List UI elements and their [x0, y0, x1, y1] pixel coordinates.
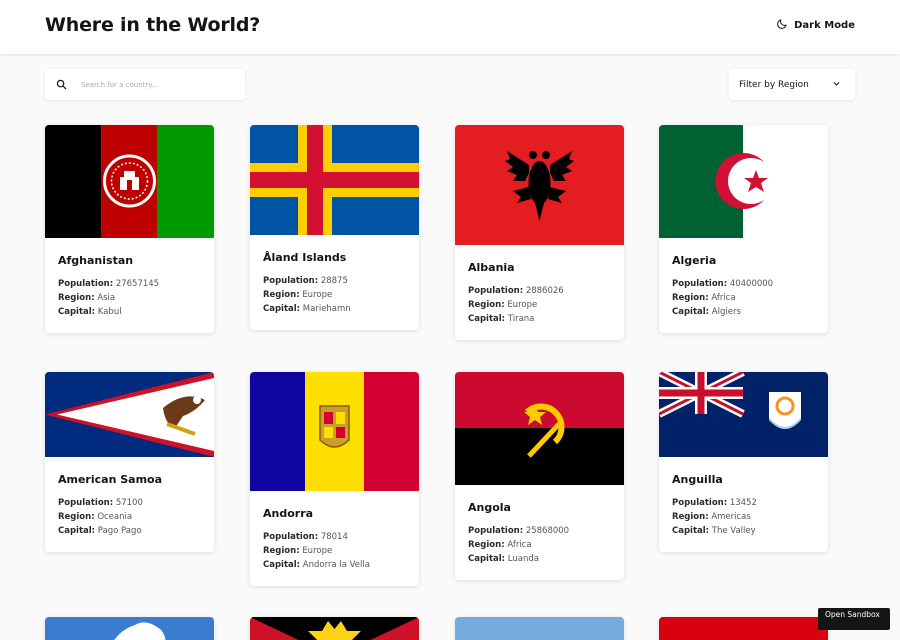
country-name: Algeria: [672, 254, 717, 267]
capital-label: Capital:: [263, 560, 301, 570]
flag-andorra: [250, 372, 419, 491]
population-label: Population:: [672, 498, 728, 508]
open-sandbox-button[interactable]: Open Sandbox: [818, 608, 890, 630]
region-label: Region:: [468, 540, 505, 550]
country-card[interactable]: American Samoa Population: 57100 Region:…: [45, 372, 214, 552]
country-card[interactable]: Angola Population: 25868000 Region: Afri…: [455, 372, 624, 580]
capital-value: Mariehamn: [302, 304, 351, 314]
population-value: 57100: [115, 498, 143, 508]
region-label: Region:: [263, 546, 300, 556]
country-card[interactable]: [659, 617, 828, 640]
capital-label: Capital:: [58, 307, 96, 317]
country-name: Anguilla: [672, 473, 723, 486]
capital-label: Capital:: [263, 304, 301, 314]
region-value: Europe: [507, 300, 538, 310]
flag-angola: [455, 372, 624, 485]
capital-value: The Valley: [711, 526, 756, 536]
population-value: 40400000: [729, 279, 774, 289]
search-box: [45, 69, 245, 100]
population-value: 13452: [729, 498, 757, 508]
flag-antigua-and-barbuda: [250, 617, 419, 640]
capital-label: Capital:: [468, 554, 506, 564]
region-value: Americas: [711, 512, 751, 522]
page-title: Where in the World?: [45, 14, 261, 36]
population-label: Population:: [263, 532, 319, 542]
flag-anguilla: [659, 372, 828, 457]
region-filter-label: Filter by Region: [739, 79, 809, 90]
flag-american-samoa: [45, 372, 214, 457]
population-value: 78014: [320, 532, 348, 542]
capital-value: Luanda: [507, 554, 539, 564]
population-value: 25868000: [525, 526, 570, 536]
flag-antarctica: [45, 617, 214, 640]
region-value: Oceania: [97, 512, 133, 522]
capital-value: Algiers: [711, 307, 741, 317]
population-label: Population:: [468, 526, 524, 536]
flag-aland-islands: [250, 125, 419, 235]
population-label: Population:: [468, 286, 524, 296]
search-input[interactable]: [45, 69, 245, 100]
population-value: 28875: [320, 276, 348, 286]
capital-label: Capital:: [58, 526, 96, 536]
region-label: Region:: [263, 290, 300, 300]
country-name: Åland Islands: [263, 251, 347, 264]
dark-mode-label: Dark Mode: [794, 20, 855, 31]
population-label: Population:: [672, 279, 728, 289]
region-label: Region:: [672, 293, 709, 303]
country-name: American Samoa: [58, 473, 163, 486]
country-card[interactable]: Algeria Population: 40400000 Region: Afr…: [659, 125, 828, 333]
country-card[interactable]: [250, 617, 419, 640]
dark-mode-toggle[interactable]: Dark Mode: [776, 18, 855, 33]
chevron-down-icon: [832, 79, 841, 91]
capital-value: Kabul: [97, 307, 122, 317]
country-card[interactable]: Andorra Population: 78014 Region: Europe…: [250, 372, 419, 586]
capital-label: Capital:: [468, 314, 506, 324]
capital-value: Andorra la Vella: [302, 560, 370, 570]
region-value: Africa: [711, 293, 736, 303]
capital-label: Capital:: [672, 526, 710, 536]
capital-label: Capital:: [672, 307, 710, 317]
flag-afghanistan: [45, 125, 214, 238]
region-label: Region:: [468, 300, 505, 310]
country-card[interactable]: [45, 617, 214, 640]
region-label: Region:: [58, 512, 95, 522]
population-label: Population:: [58, 498, 114, 508]
country-card[interactable]: Anguilla Population: 13452 Region: Ameri…: [659, 372, 828, 552]
population-value: 27657145: [115, 279, 160, 289]
moon-icon: [776, 18, 788, 33]
region-value: Africa: [507, 540, 532, 550]
country-card[interactable]: Åland Islands Population: 28875 Region: …: [250, 125, 419, 330]
flag-argentina: [455, 617, 624, 640]
capital-value: Pago Pago: [97, 526, 142, 536]
region-label: Region:: [672, 512, 709, 522]
population-value: 2886026: [525, 286, 564, 296]
flag-algeria: [659, 125, 828, 238]
region-value: Europe: [302, 546, 333, 556]
country-name: Afghanistan: [58, 254, 134, 267]
country-card[interactable]: [455, 617, 624, 640]
country-name: Angola: [468, 501, 511, 514]
country-name: Albania: [468, 261, 515, 274]
flag-armenia: [659, 617, 828, 640]
country-card[interactable]: Afghanistan Population: 27657145 Region:…: [45, 125, 214, 333]
app-header: Where in the World? Dark Mode: [0, 0, 900, 54]
region-value: Asia: [97, 293, 116, 303]
region-filter-select[interactable]: Filter by Region: [729, 69, 855, 100]
region-value: Europe: [302, 290, 333, 300]
country-name: Andorra: [263, 507, 314, 520]
flag-albania: [455, 125, 624, 245]
capital-value: Tirana: [507, 314, 535, 324]
population-label: Population:: [58, 279, 114, 289]
region-label: Region:: [58, 293, 95, 303]
population-label: Population:: [263, 276, 319, 286]
country-card[interactable]: Albania Population: 2886026 Region: Euro…: [455, 125, 624, 340]
